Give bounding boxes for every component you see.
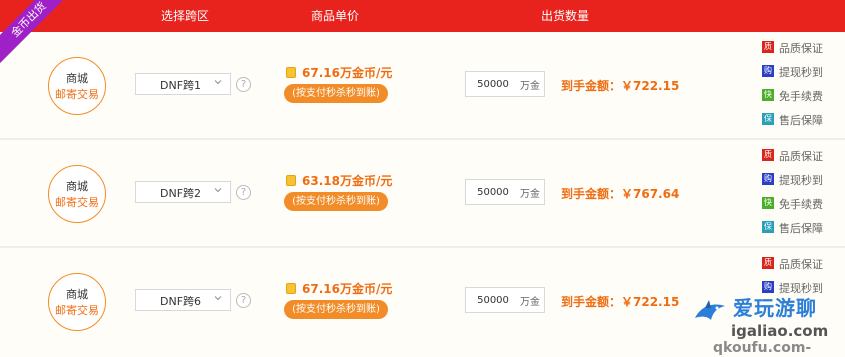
received-amount: 到手金额：￥722.15 (561, 295, 680, 309)
quantity-unit: 万金 (520, 189, 540, 200)
quantity-input[interactable] (470, 291, 516, 309)
quantity-input[interactable] (470, 75, 516, 93)
chevron-down-icon (214, 188, 222, 193)
guarantee-item: 购提现秒到 (762, 171, 842, 189)
server-select[interactable]: DNF跨1 (135, 73, 231, 95)
server-select[interactable]: DNF跨2 (135, 181, 231, 203)
instant-pay-badge: (按支付秒杀秒到账) (284, 192, 388, 211)
quantity-unit: 万金 (520, 81, 540, 92)
protect-icon: 保 (762, 113, 774, 125)
quality-icon: 质 (762, 257, 774, 269)
unit-price: 67.16万金币/元 (302, 282, 393, 296)
guarantee-item: 购提现秒到 (762, 63, 842, 81)
trade-type-line2: 邮寄交易 (55, 304, 99, 317)
quantity-field[interactable]: 万金 (465, 287, 545, 313)
guarantee-item: 质品质保证 (762, 255, 842, 273)
quality-icon: 质 (762, 41, 774, 53)
guarantee-item: 快免手续费 (762, 87, 842, 105)
received-amount: 到手金额：￥722.15 (561, 79, 680, 93)
purchase-icon: 购 (762, 65, 774, 77)
instant-pay-badge: (按支付秒杀秒到账) (284, 84, 388, 103)
shark-logo-icon (695, 300, 725, 320)
header-server-label: 选择跨区 (160, 9, 209, 23)
guarantee-label: 品质保证 (779, 150, 823, 163)
guarantee-list: 质品质保证 购提现秒到 快免手续费 保售后保障 (762, 39, 842, 135)
chevron-down-icon (214, 80, 222, 85)
guarantee-item: 质品质保证 (762, 147, 842, 165)
help-icon[interactable]: ? (236, 77, 251, 92)
guarantee-label: 品质保证 (779, 42, 823, 55)
guarantee-label: 提现秒到 (779, 66, 823, 79)
server-select[interactable]: DNF跨6 (135, 289, 231, 311)
gold-coin-icon (286, 283, 296, 294)
watermark-url-secondary: qkoufu.com- (713, 340, 812, 356)
purchase-icon: 购 (762, 173, 774, 185)
header-qty-label: 出货数量 (540, 9, 589, 23)
guarantee-label: 品质保证 (779, 258, 823, 271)
help-icon[interactable]: ? (236, 293, 251, 308)
gold-coin-icon (286, 67, 296, 78)
protect-icon: 保 (762, 221, 774, 233)
fast-icon: 快 (762, 197, 774, 209)
guarantee-label: 免手续费 (779, 198, 823, 211)
trade-type-line2: 邮寄交易 (55, 88, 99, 101)
chevron-down-icon (214, 296, 222, 301)
guarantee-item: 保售后保障 (762, 219, 842, 237)
watermark-url: igaliao.com (731, 322, 829, 340)
instant-pay-badge: (按支付秒杀秒到账) (284, 300, 388, 319)
table-header: 选择跨区 商品单价 出货数量 (0, 0, 845, 32)
guarantee-item: 保售后保障 (762, 111, 842, 129)
received-amount: 到手金额：￥767.64 (561, 187, 680, 201)
help-icon[interactable]: ? (236, 185, 251, 200)
site-watermark: 爱玩游聊 igaliao.com qkoufu.com- (685, 290, 845, 357)
header-price-label: 商品单价 (310, 9, 359, 23)
server-select-value: DNF跨1 (160, 79, 202, 92)
watermark-title: 爱玩游聊 (733, 296, 817, 320)
trade-type-badge: 商城 邮寄交易 (48, 165, 106, 223)
guarantee-label: 售后保障 (779, 114, 823, 127)
listing-row: 商城 邮寄交易 DNF跨2 ? 63.18万金币/元 (按支付秒杀秒到账) 万金… (0, 140, 845, 248)
trade-type-badge: 商城 邮寄交易 (48, 273, 106, 331)
server-select-value: DNF跨6 (160, 295, 202, 308)
quantity-field[interactable]: 万金 (465, 71, 545, 97)
quality-icon: 质 (762, 149, 774, 161)
trade-type-line1: 商城 (66, 288, 88, 301)
unit-price: 67.16万金币/元 (302, 66, 393, 80)
trade-type-badge: 商城 邮寄交易 (48, 57, 106, 115)
guarantee-label: 提现秒到 (779, 174, 823, 187)
guarantee-list: 质品质保证 购提现秒到 快免手续费 保售后保障 (762, 147, 842, 243)
guarantee-item: 质品质保证 (762, 39, 842, 57)
quantity-field[interactable]: 万金 (465, 179, 545, 205)
trade-type-line1: 商城 (66, 72, 88, 85)
unit-price: 63.18万金币/元 (302, 174, 393, 188)
quantity-unit: 万金 (520, 297, 540, 308)
fast-icon: 快 (762, 89, 774, 101)
server-select-value: DNF跨2 (160, 187, 202, 200)
guarantee-label: 免手续费 (779, 90, 823, 103)
guarantee-item: 快免手续费 (762, 195, 842, 213)
gold-coin-icon (286, 175, 296, 186)
trade-type-line1: 商城 (66, 180, 88, 193)
trade-type-line2: 邮寄交易 (55, 196, 99, 209)
quantity-input[interactable] (470, 183, 516, 201)
listing-row: 商城 邮寄交易 DNF跨1 ? 67.16万金币/元 (按支付秒杀秒到账) 万金… (0, 32, 845, 140)
guarantee-label: 售后保障 (779, 222, 823, 235)
